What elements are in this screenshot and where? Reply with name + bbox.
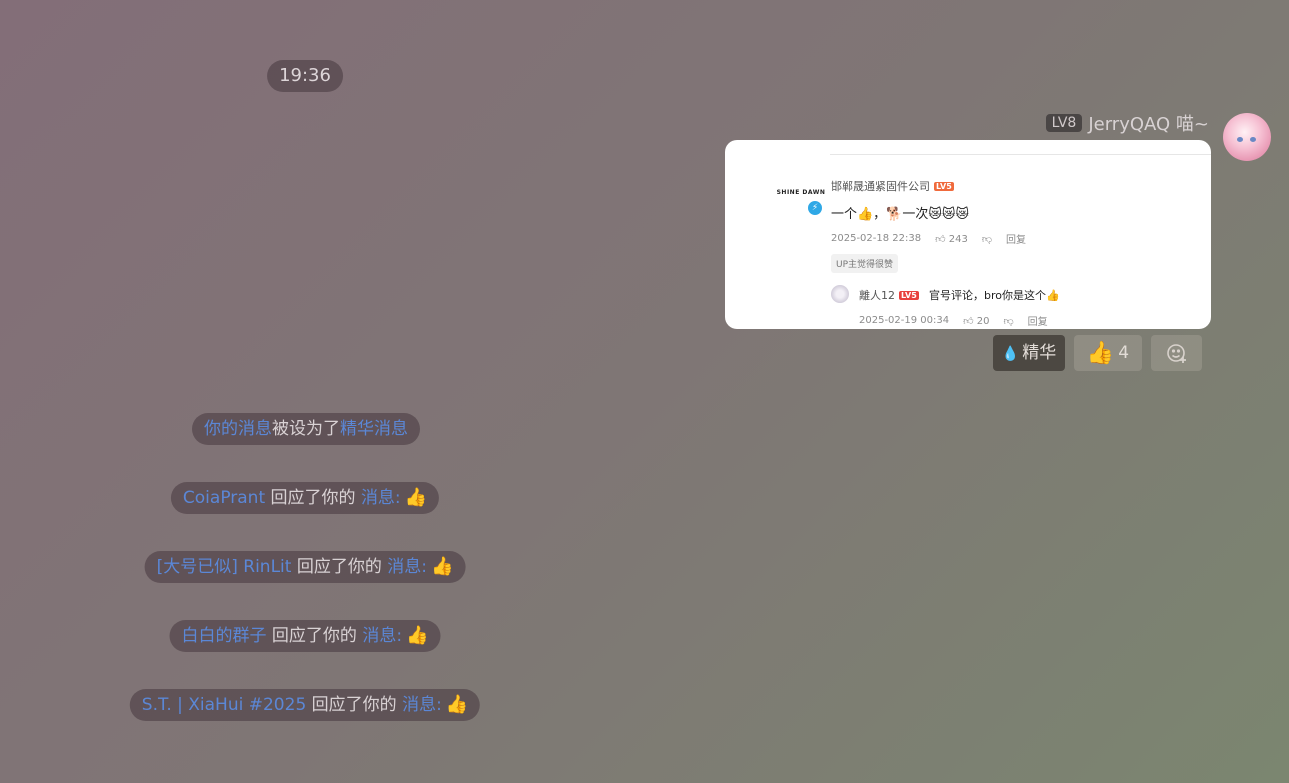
- comment-username: 邯郸晟通紧固件公司 LV5: [831, 180, 954, 193]
- thumbs-up-icon: 👍︎: [963, 315, 974, 327]
- reply-label: 回复: [1027, 317, 1048, 328]
- reply-label: 回复: [1006, 235, 1027, 246]
- notification-reaction: [大号已似] RinLit 回应了你的 消息: 👍: [144, 551, 466, 583]
- reply-text: 官号评论，bro你是这个👍: [929, 289, 1060, 302]
- reactor-user-link[interactable]: S.T. | XiaHui #2025: [142, 695, 306, 715]
- add-emoji-icon: [1166, 344, 1186, 363]
- notification-reaction: S.T. | XiaHui #2025 回应了你的 消息: 👍: [129, 689, 481, 721]
- image-message[interactable]: SHINE DAWN ⚡ 邯郸晟通紧固件公司 LV5 一个👍，🐕一次😿😿😿 202…: [725, 140, 1211, 329]
- message-link[interactable]: 消息:: [362, 626, 402, 646]
- verified-icon: ⚡: [807, 200, 823, 216]
- message-link[interactable]: 消息:: [387, 557, 427, 577]
- essence-badge[interactable]: 💧 精华: [993, 335, 1065, 371]
- comment-date: 2025-02-18 22:38: [831, 233, 922, 244]
- essence-message-link[interactable]: 精华消息: [340, 419, 408, 439]
- reply-meta: 2025-02-19 00:34 👍︎ 20 👎︎ 回复: [859, 313, 1048, 328]
- essence-drop-icon: 💧: [1001, 346, 1020, 362]
- reactor-user-link[interactable]: 白白的群子: [182, 626, 267, 646]
- sender-name[interactable]: JerryQAQ 喵~: [1088, 110, 1209, 136]
- notification-reaction: 白白的群子 回应了你的 消息: 👍: [169, 620, 441, 652]
- comment-meta: 2025-02-18 22:38 👍︎ 243 👎︎ 回复: [831, 231, 1026, 246]
- add-reaction-button[interactable]: [1151, 335, 1202, 371]
- up-liked-tag: UP主觉得很赞: [831, 254, 899, 273]
- thumbs-up-icon: 👍: [404, 487, 428, 508]
- reply-date: 2025-02-19 00:34: [859, 315, 950, 326]
- thumbs-up-icon: 👍: [1086, 341, 1115, 366]
- message-link[interactable]: 消息:: [402, 695, 442, 715]
- time-divider: 19:36: [267, 60, 343, 92]
- comment-text: 一个👍，🐕一次😿😿😿: [831, 207, 970, 222]
- thumbs-up-icon: 👍: [445, 694, 469, 715]
- like-count: 👍︎ 243: [935, 233, 968, 245]
- level-badge: LV5: [934, 182, 954, 191]
- thumbs-up-icon: 👍: [430, 556, 454, 577]
- reply-username: 離人12 LV5: [859, 289, 919, 302]
- thumbs-up-icon: 👍︎: [935, 233, 946, 245]
- notification-reaction: CoiaPrant 回应了你的 消息: 👍: [170, 482, 440, 514]
- your-message-link[interactable]: 你的消息: [204, 419, 272, 439]
- thumbs-up-icon: 👍: [406, 625, 429, 646]
- thumbs-down-icon: 👎︎: [1003, 315, 1014, 327]
- notification-essence: 你的消息被设为了精华消息: [192, 413, 420, 445]
- reply-like-count: 👍︎ 20: [963, 315, 990, 327]
- message-sender[interactable]: LV8 JerryQAQ 喵~: [1045, 110, 1209, 136]
- reactor-user-link[interactable]: CoiaPrant: [183, 488, 265, 508]
- level-badge: LV5: [899, 291, 919, 300]
- user-level-badge: LV8: [1045, 114, 1083, 132]
- thumbs-down-icon: 👎︎: [981, 233, 993, 245]
- reply-avatar: [831, 285, 849, 303]
- message-link[interactable]: 消息:: [361, 488, 401, 508]
- reactor-user-link[interactable]: [大号已似] RinLit: [157, 557, 292, 577]
- like-reaction-button[interactable]: 👍 4: [1074, 335, 1142, 371]
- avatar[interactable]: [1223, 113, 1271, 161]
- reaction-count: 4: [1118, 343, 1130, 363]
